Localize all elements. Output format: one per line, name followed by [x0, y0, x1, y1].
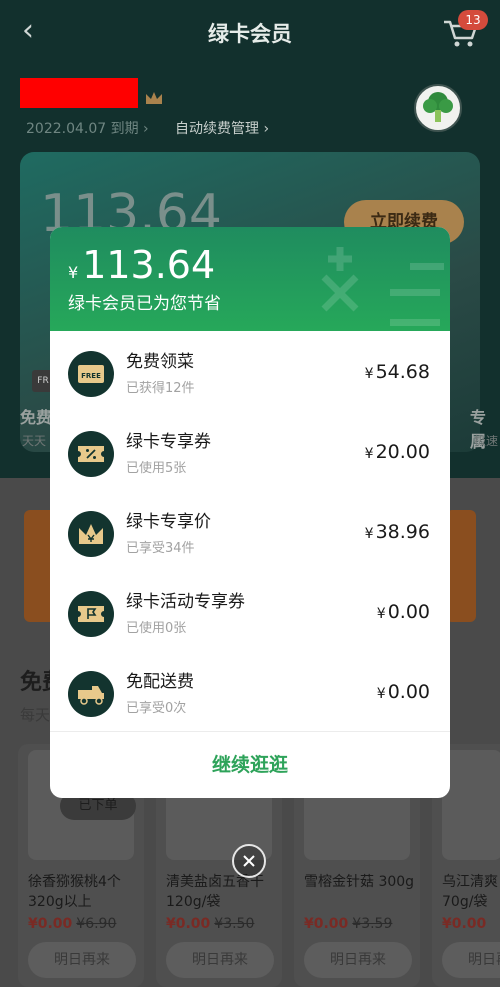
benefit-name: 绿卡专享券 — [126, 432, 211, 452]
benefit-sub: 已获得12件 — [126, 381, 195, 396]
product-button[interactable]: 明日再来 — [442, 942, 500, 978]
product-price: ¥0.00 — [442, 916, 487, 932]
product-name: 雪榕金针菇 300g — [304, 874, 415, 890]
product-price: ¥0.00 ¥3.50 — [166, 916, 255, 932]
benefit-label-left: 免费 — [20, 408, 53, 427]
redacted-username — [20, 78, 138, 108]
benefit-sub: 已使用0张 — [126, 621, 187, 636]
free-icon: FREE — [68, 351, 114, 397]
benefit-row: 绿卡专享价 已享受34件 ¥38.96 — [50, 491, 450, 571]
benefit-sub: 已享受0次 — [126, 701, 187, 716]
product-name: 乌江清爽70g/袋 — [442, 874, 498, 910]
continue-browsing-button[interactable]: 继续逛逛 — [50, 732, 450, 798]
calculator-deco-icon — [321, 247, 444, 326]
section-subtitle: 每天 — [20, 706, 51, 724]
expiry-date[interactable]: 2022.04.07 到期 › — [26, 118, 149, 138]
benefit-name: 免配送费 — [126, 672, 194, 692]
benefit-value: ¥0.00 — [376, 681, 430, 703]
crown-icon — [68, 511, 114, 557]
svg-text:FREE: FREE — [81, 372, 101, 380]
benefit-sub-right: 极速 — [474, 434, 499, 448]
page-title: 绿卡会员 — [208, 22, 292, 46]
benefit-value: ¥38.96 — [364, 521, 430, 543]
close-icon[interactable] — [232, 844, 266, 878]
broccoli-avatar-icon — [423, 92, 453, 122]
benefit-name: 绿卡活动专享券 — [126, 592, 245, 612]
product-image — [442, 750, 500, 860]
benefit-sub-left: 天天 — [22, 434, 47, 448]
benefit-row: 免配送费 已享受0次 ¥0.00 — [50, 651, 450, 731]
modal-header: ¥113.64 绿卡会员已为您节省 — [50, 227, 450, 331]
delivery-truck-icon — [68, 671, 114, 717]
product-button[interactable]: 明日再来 — [166, 942, 274, 978]
product-button[interactable]: 明日再来 — [304, 942, 412, 978]
coupon-icon — [68, 431, 114, 477]
product-button[interactable]: 明日再来 — [28, 942, 136, 978]
benefit-name: 绿卡专享价 — [126, 512, 211, 532]
product-price: ¥0.00 ¥3.59 — [304, 916, 393, 932]
modal-saved-amount: ¥113.64 — [68, 243, 216, 287]
product-price: ¥0.00 ¥6.90 — [28, 916, 117, 932]
benefit-name: 免费领菜 — [126, 352, 194, 372]
auto-renew-link[interactable]: 自动续费管理 › — [175, 118, 269, 138]
cart-count-badge: 13 — [458, 10, 488, 30]
benefit-row: 绿卡专享券 已使用5张 ¥20.00 — [50, 411, 450, 491]
product-name: 清美盐卤五香干 120g/袋 — [166, 874, 264, 910]
benefit-sub: 已享受34件 — [126, 541, 195, 556]
savings-modal: ¥113.64 绿卡会员已为您节省 FREE 免费领菜 已获得12件 ¥54.6… — [50, 227, 450, 798]
avatar[interactable] — [414, 84, 462, 132]
nav-bar: ‹ 绿卡会员 — [0, 0, 500, 64]
product-name: 徐香猕猴桃4个320g以上 — [28, 874, 121, 910]
benefit-value: ¥20.00 — [364, 441, 430, 463]
flag-ticket-icon — [68, 591, 114, 637]
benefit-sub: 已使用5张 — [126, 461, 187, 476]
benefit-value: ¥0.00 — [376, 601, 430, 623]
benefit-row: FREE 免费领菜 已获得12件 ¥54.68 — [50, 331, 450, 411]
modal-description: 绿卡会员已为您节省 — [68, 294, 221, 314]
benefit-value: ¥54.68 — [364, 361, 430, 383]
banner-right — [446, 510, 476, 622]
crown-icon — [146, 92, 162, 104]
benefit-row: 绿卡活动专享券 已使用0张 ¥0.00 — [50, 571, 450, 651]
